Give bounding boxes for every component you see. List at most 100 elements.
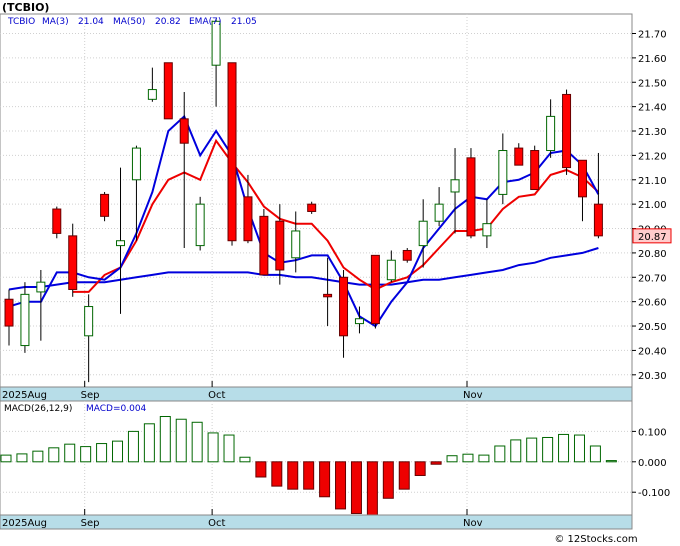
macd-bar-positive: [112, 440, 124, 463]
candle-down: [227, 62, 237, 242]
macd-y-tick-label: 0.000: [638, 458, 667, 469]
candle-down: [466, 157, 476, 237]
candle-up: [434, 203, 444, 222]
candle-up: [418, 220, 428, 247]
candle-up: [386, 259, 396, 281]
macd-bar-negative: [382, 461, 394, 499]
price-y-tick-label: 20.50: [638, 322, 667, 333]
candle-down: [163, 62, 173, 120]
macd-x-tick-label: Oct: [208, 518, 225, 529]
macd-bar-positive: [16, 453, 28, 463]
price-y-tick-label: 21.10: [638, 176, 667, 187]
price-x-tick-label: Nov: [463, 390, 483, 401]
legend-ma3-value: 21.04: [78, 17, 104, 27]
price-x-tick-label: Oct: [208, 390, 225, 401]
macd-bar-positive: [0, 454, 12, 463]
macd-bar-negative: [335, 461, 347, 510]
last-price-label: 20.87: [638, 232, 667, 243]
candle-down: [68, 235, 78, 290]
price-y-tick-label: 21.30: [638, 127, 667, 138]
macd-legend-value: MACD=0.004: [86, 404, 147, 414]
macd-y-tick-label: -0.100: [638, 488, 670, 499]
candle-up: [482, 223, 492, 237]
candle-down: [577, 159, 587, 198]
price-plot-area: [0, 13, 633, 388]
macd-bar-negative: [287, 461, 299, 490]
candle-up: [84, 306, 94, 337]
price-y-axis: 20.3020.4020.5020.6020.7020.8020.9021.00…: [632, 30, 667, 382]
legend-symbol: TCBIO: [7, 17, 35, 27]
candle-up: [211, 20, 221, 66]
candle-up: [450, 179, 460, 193]
candle-down: [100, 193, 110, 217]
macd-bar-positive: [143, 423, 155, 463]
price-y-tick-label: 20.80: [638, 249, 667, 260]
candle-up: [546, 115, 556, 152]
candle-down: [275, 220, 285, 271]
price-x-tick-label: Sep: [81, 390, 100, 401]
macd-x-tick-label: Nov: [463, 518, 483, 529]
macd-bar-negative: [319, 461, 331, 498]
macd-bar-negative: [271, 461, 283, 487]
legend-ma50-label: MA(50): [113, 17, 145, 27]
price-y-tick-label: 21.20: [638, 151, 667, 162]
macd-bar-positive: [96, 443, 108, 463]
candle-down: [323, 293, 333, 298]
stock-chart: (TCBIO) 20.30 20.40 20.50 20.60 20.70 20.80 20…: [0, 1, 672, 545]
candle-down: [339, 276, 349, 337]
macd-bar-positive: [159, 416, 171, 463]
macd-x-tick-label: Sep: [81, 518, 100, 529]
price-legend: TCBIO MA(3) 21.04 MA(50) 20.82 EMA(7) 21…: [7, 17, 257, 27]
macd-bar-negative: [255, 461, 267, 478]
price-y-tick-label: 21.50: [638, 78, 667, 89]
price-y-tick-label: 21.70: [638, 30, 667, 41]
macd-y-tick-label: 0.100: [638, 427, 667, 438]
candle-up: [20, 293, 30, 347]
candle-down: [4, 298, 14, 327]
macd-bar-positive: [191, 421, 203, 463]
macd-bar-positive: [494, 445, 506, 463]
macd-bar-positive: [510, 439, 522, 463]
candle-up: [147, 89, 157, 100]
macd-bar-negative: [414, 461, 426, 476]
macd-bar-positive: [80, 446, 92, 463]
candle-down: [593, 203, 603, 237]
watermark: © 12Stocks.com: [554, 534, 637, 545]
price-panel: 20.3020.4020.5020.6020.7020.8020.9021.00…: [0, 13, 672, 402]
macd-bar-positive: [175, 418, 187, 463]
price-y-tick-label: 20.70: [638, 273, 667, 284]
legend-ma3-label: MA(3): [42, 17, 69, 27]
price-y-tick-label: 21.00: [638, 200, 667, 211]
macd-bar-positive: [558, 433, 570, 463]
macd-bar-negative: [366, 461, 378, 518]
price-y-tick-label: 20.30: [638, 371, 667, 382]
macd-bar-negative: [430, 461, 442, 465]
candle-up: [36, 281, 46, 293]
candle-up: [116, 240, 126, 247]
macd-bar-positive: [239, 456, 251, 463]
macd-bar-positive: [127, 430, 139, 463]
candle-down: [179, 118, 189, 144]
macd-bar-positive: [589, 445, 601, 463]
candle-up: [498, 150, 508, 195]
macd-y-axis: 0.100 0.000 -0.100: [632, 427, 670, 499]
price-y-tick-label: 21.60: [638, 54, 667, 65]
macd-x-tick-label: 2025Aug: [2, 518, 47, 529]
candle-down: [243, 196, 253, 242]
candle-down: [307, 203, 317, 212]
legend-ema7-value: 21.05: [231, 17, 257, 27]
macd-legend-label: MACD(26,12,9): [4, 404, 72, 414]
macd-panel: 0.100 0.000 -0.100 MACD(26,12,9) MACD=0.00…: [0, 400, 670, 530]
candle-down: [562, 93, 572, 169]
price-y-tick-label: 20.40: [638, 346, 667, 357]
macd-bar-positive: [605, 460, 617, 463]
macd-bar-positive: [478, 454, 490, 463]
macd-bar-positive: [64, 443, 76, 463]
candle-down: [52, 208, 62, 234]
candle-down: [530, 150, 540, 191]
macd-bar-negative: [398, 461, 410, 490]
legend-ma50-value: 20.82: [155, 17, 181, 27]
macd-bar-negative: [303, 461, 315, 490]
candle-down: [370, 254, 380, 325]
chart-title: (TCBIO): [2, 1, 49, 14]
